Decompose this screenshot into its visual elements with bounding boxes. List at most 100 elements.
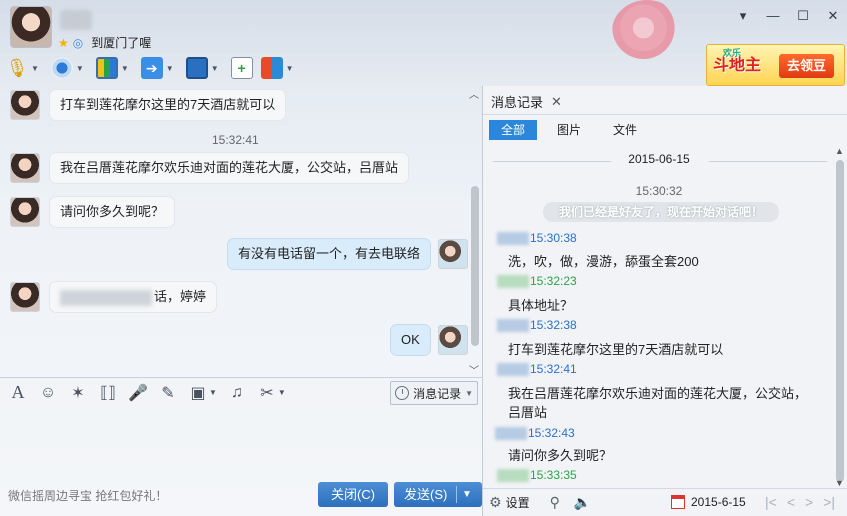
maximize-button[interactable]: ☐: [795, 8, 811, 24]
history-entry-header: 15:30:38: [497, 231, 577, 246]
filter-all-tab[interactable]: 全部: [489, 120, 538, 140]
contact-avatar[interactable]: [10, 6, 52, 48]
chevron-down-icon[interactable]: ▼: [286, 64, 294, 73]
search-icon[interactable]: ⚲: [550, 494, 560, 511]
history-entry-header: 15:33:35: [497, 468, 577, 483]
chevron-down-icon[interactable]: ▼: [209, 388, 217, 397]
chevron-down-icon[interactable]: ▼: [121, 64, 129, 73]
friend-added-notice: 我们已经是好友了，现在开始对话吧！: [543, 202, 779, 222]
history-entry-text: 请问你多久到呢？: [508, 448, 613, 463]
close-button[interactable]: 关闭(C): [318, 482, 388, 507]
history-entry-header: 15:32:38: [497, 318, 577, 333]
ad-claim-button[interactable]: 去领豆: [779, 54, 835, 78]
message-bubble: 我在吕厝莲花摩尔欢乐迪对面的莲花大厦，公交站，吕厝站: [50, 153, 409, 183]
rose-decoration-icon: [612, 0, 682, 62]
chat-scrollbar[interactable]: [471, 186, 479, 346]
redacted-name: [497, 232, 529, 246]
history-date-picker[interactable]: 2015-6-15: [671, 495, 746, 509]
friend-avatar[interactable]: [10, 153, 40, 183]
chevron-down-icon[interactable]: ▼: [166, 64, 174, 73]
history-entry-header: 15:32:41: [497, 362, 577, 377]
magic-wand-icon[interactable]: ✶: [68, 383, 88, 403]
voice-message-icon[interactable]: 🎤: [128, 383, 148, 403]
chevron-down-icon[interactable]: ▼: [211, 64, 219, 73]
emoji-icon[interactable]: ☺: [38, 384, 58, 402]
send-button[interactable]: 发送(S) ▼: [394, 482, 482, 507]
chevron-down-icon[interactable]: ▼: [835, 478, 844, 488]
voice-call-button[interactable]: 🎙 ▼: [6, 55, 43, 81]
edit-icon[interactable]: ✎: [158, 383, 178, 403]
remote-desktop-icon: [185, 57, 208, 79]
chevron-up-icon[interactable]: ︿: [469, 86, 479, 101]
redacted-name: [497, 319, 529, 333]
send-button-divider: [456, 486, 457, 503]
window-controls: ▾ — ☐ ✕: [735, 8, 841, 24]
filter-images-tab[interactable]: 图片: [545, 120, 593, 140]
send-options-dropdown[interactable]: ▼: [462, 482, 472, 507]
history-scrollbar[interactable]: [836, 160, 844, 482]
apps-button[interactable]: ▼: [260, 55, 298, 81]
history-tab[interactable]: 消息记录 ✕: [491, 92, 562, 111]
music-icon[interactable]: ♫: [227, 384, 247, 402]
minimize-button[interactable]: —: [765, 8, 781, 24]
message-history-panel: 消息记录 ✕ 全部 图片 文件 2015-06-15 15:30:32 我们已经…: [482, 86, 847, 516]
settings-button[interactable]: ⚙ 设置: [489, 494, 530, 511]
filter-files-tab[interactable]: 文件: [601, 120, 649, 140]
chat-toolbar: 🎙 ▼ ▼ ▼ ➔ ▼ ▼ + ▼: [6, 55, 298, 81]
friend-avatar[interactable]: [10, 282, 40, 312]
first-page-icon[interactable]: |<: [765, 494, 777, 510]
message-friend: 打车到莲花摩尔这里的7天酒店就可以: [10, 90, 286, 120]
redacted-name: [497, 469, 529, 483]
close-window-button[interactable]: ✕: [825, 8, 841, 24]
chat-time-divider: 15:32:41: [212, 133, 259, 147]
message-history-button[interactable]: 消息记录 ▼: [390, 381, 478, 405]
font-icon[interactable]: A: [8, 382, 28, 403]
screenshot-scissors-icon[interactable]: ✂: [257, 383, 277, 403]
wechat-promo-text[interactable]: 微信摇周边寻宝 抢红包好礼！: [8, 487, 167, 504]
add-chat-icon: +: [230, 57, 253, 79]
screen-share-button[interactable]: ▼: [95, 55, 133, 81]
speaker-icon[interactable]: 🔈: [574, 494, 591, 511]
chevron-down-icon[interactable]: ▼: [31, 64, 39, 73]
chevron-down-icon[interactable]: ▼: [76, 64, 84, 73]
chevron-up-icon[interactable]: ▲: [835, 146, 844, 156]
remote-desktop-button[interactable]: ▼: [185, 55, 223, 81]
image-icon[interactable]: ▣: [188, 383, 208, 403]
history-time: 15:30:32: [635, 184, 683, 198]
close-icon[interactable]: ✕: [551, 94, 562, 110]
message-bubble: 有没有电话留一个，有去电联络: [228, 239, 431, 269]
message-self: OK: [391, 325, 468, 355]
self-avatar[interactable]: [437, 325, 468, 355]
redacted-text: [60, 289, 152, 306]
chevron-down-icon[interactable]: ▼: [278, 388, 286, 397]
history-entry-header: 婷婷15:32:43: [495, 425, 575, 441]
game-ad-banner[interactable]: 欢乐 斗地主 去领豆: [706, 44, 845, 86]
send-file-button[interactable]: ➔ ▼: [140, 55, 178, 81]
message-input[interactable]: [0, 408, 482, 480]
send-file-icon: ➔: [140, 57, 163, 79]
webcam-icon: [50, 57, 73, 79]
contact-name-redacted: [60, 10, 92, 30]
video-call-button[interactable]: ▼: [50, 55, 88, 81]
message-friend: 请问你多久到呢？: [10, 197, 175, 227]
shake-window-icon[interactable]: ⟦⟧: [98, 383, 118, 403]
self-avatar[interactable]: [438, 239, 469, 269]
prev-page-icon[interactable]: <: [787, 494, 795, 510]
divider: [483, 114, 847, 115]
create-discussion-button[interactable]: +: [230, 55, 253, 81]
history-entry-header: 15:32:23: [497, 274, 577, 289]
history-entry-text: 我在吕厝莲花摩尔欢乐迪对面的莲花大厦，公交站，吕厝站: [508, 386, 808, 420]
qq-status-icon: ◎: [72, 35, 84, 50]
message-bubble: OK: [391, 325, 430, 355]
friend-avatar[interactable]: [10, 90, 40, 120]
last-page-icon[interactable]: >|: [823, 494, 835, 510]
skin-menu-button[interactable]: ▾: [735, 8, 751, 24]
history-entry-text: 打车到莲花摩尔这里的7天酒店就可以: [508, 342, 724, 357]
chevron-down-icon[interactable]: ﹀: [469, 362, 479, 377]
chat-message-area[interactable]: 打车到莲花摩尔这里的7天酒店就可以 我在吕厝莲花摩尔欢乐迪对面的莲花大厦，公交站…: [0, 86, 482, 376]
next-page-icon[interactable]: >: [805, 494, 813, 510]
contact-status-row: ★ ◎ 到厦门了喔: [58, 34, 151, 51]
divider: [709, 161, 827, 162]
friend-avatar[interactable]: [10, 197, 40, 227]
redacted-name: [495, 427, 527, 441]
